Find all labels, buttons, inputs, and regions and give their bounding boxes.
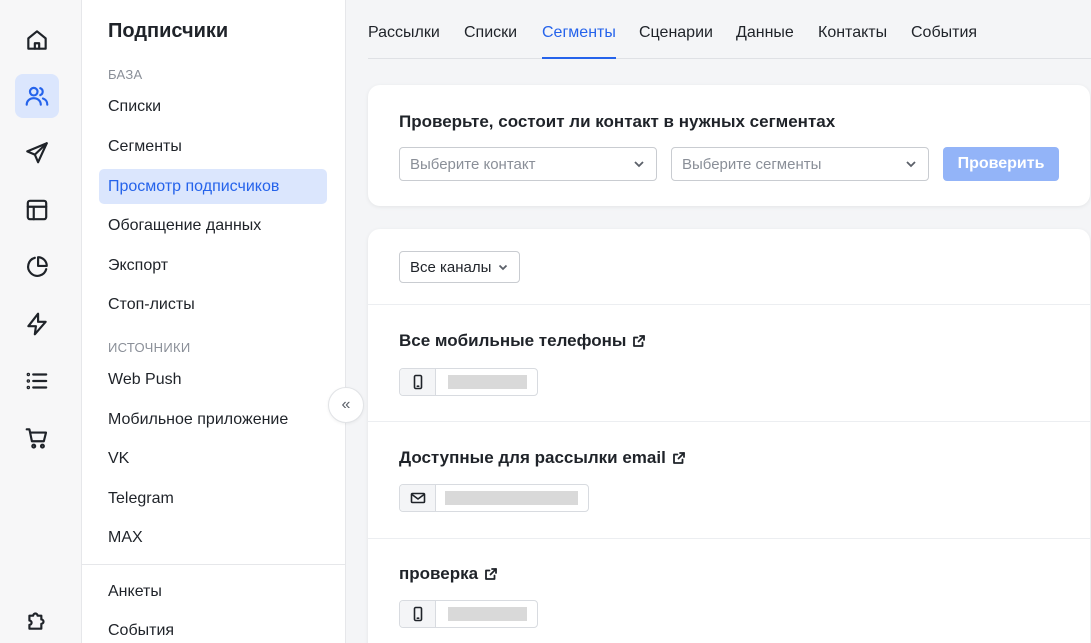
segment-check-title: Проверьте, состоит ли контакт в нужных с… [399,112,836,131]
layout-icon [26,199,48,221]
tab-data[interactable]: Данные [736,24,794,59]
icon-rail [0,0,82,643]
sidebar-item-mobile-app[interactable]: Мобильное приложение [99,402,327,437]
segment-title[interactable]: Доступные для рассылки email [399,448,686,468]
sidebar-item-lists[interactable]: Списки [99,89,327,124]
lightning-icon [27,312,47,336]
segment-channel-chip [399,484,589,512]
segment-channel-chip [399,600,538,628]
pie-chart-icon [27,256,48,277]
tab-contacts[interactable]: Контакты [818,24,887,59]
phone-icon [413,374,422,390]
segment-title[interactable]: Все мобильные телефоны [399,331,646,351]
collapse-sidebar-button[interactable]: « [328,387,364,423]
rail-lists[interactable] [15,359,59,403]
phone-icon [413,606,422,622]
mail-icon [410,492,425,504]
tab-events[interactable]: События [911,24,977,59]
rail-automation[interactable] [15,302,59,346]
rail-integrations[interactable] [15,598,59,642]
segment-count-placeholder [448,607,527,621]
sidebar-item-vk[interactable]: VK [99,441,327,476]
channel-filter-select[interactable]: Все каналы [399,251,521,283]
tab-campaigns[interactable]: Рассылки [368,24,440,59]
segments-card: Все каналы Все мобильные телефоны Доступ… [368,229,1090,643]
sidebar-item-telegram[interactable]: Telegram [99,481,327,516]
tab-bar: Рассылки Списки Сегменты Сценарии Данные… [368,0,1091,59]
contact-select[interactable]: Выберите контакт [399,147,657,181]
segment-divider [368,538,1090,539]
sidebar-item-events[interactable]: События [99,613,327,643]
sidebar-item-stop-lists[interactable]: Стоп-листы [99,287,327,322]
contact-select-placeholder: Выберите контакт [410,155,536,173]
section-sidebar: Подписчики БАЗА Списки Сегменты Просмотр… [82,0,346,643]
external-link-icon[interactable] [484,567,498,581]
check-button[interactable]: Проверить [943,147,1059,181]
sidebar-section-base: БАЗА [108,67,143,82]
users-icon [25,86,49,106]
cart-icon [25,428,48,449]
sidebar-item-forms[interactable]: Анкеты [99,574,327,609]
chevron-down-icon [499,264,508,271]
channel-filter-value: Все каналы [410,258,492,276]
segment-count-placeholder [448,375,527,389]
list-icon [26,372,48,390]
segment-channel-chip [399,368,538,396]
rail-templates[interactable] [15,188,59,232]
segment-title[interactable]: проверка [399,564,498,584]
puzzle-icon [28,612,45,630]
sidebar-item-max[interactable]: MAX [99,520,327,555]
sidebar-item-view-subscribers[interactable]: Просмотр подписчиков [99,169,327,204]
segment-check-card: Проверьте, состоит ли контакт в нужных с… [368,85,1090,206]
segment-count-placeholder [445,491,578,505]
chevron-down-icon [634,161,644,168]
sidebar-item-export[interactable]: Экспорт [99,248,327,283]
external-link-icon[interactable] [672,451,686,465]
rail-analytics[interactable] [15,245,59,289]
segments-select-placeholder: Выберите сегменты [682,155,822,173]
external-link-icon[interactable] [632,334,646,348]
sidebar-divider [82,564,346,565]
tab-lists[interactable]: Списки [464,24,517,59]
double-chevron-left-icon: « [341,396,351,413]
rail-home[interactable] [15,18,59,62]
chevron-down-icon [906,161,916,168]
sidebar-item-data-enrichment[interactable]: Обогащение данных [99,208,327,243]
segment-divider [368,421,1090,422]
segment-divider [368,304,1090,305]
segments-select[interactable]: Выберите сегменты [671,147,929,181]
sidebar-item-segments[interactable]: Сегменты [99,129,327,164]
tab-segments[interactable]: Сегменты [542,24,616,59]
sidebar-title: Подписчики [108,20,229,42]
send-icon [26,142,48,164]
rail-subscribers[interactable] [15,74,59,118]
sidebar-item-web-push[interactable]: Web Push [99,362,327,397]
sidebar-section-sources: ИСТОЧНИКИ [108,340,191,355]
rail-shop[interactable] [15,416,59,460]
home-icon [27,30,47,50]
rail-campaigns[interactable] [15,131,59,175]
tab-scenarios[interactable]: Сценарии [639,24,713,59]
